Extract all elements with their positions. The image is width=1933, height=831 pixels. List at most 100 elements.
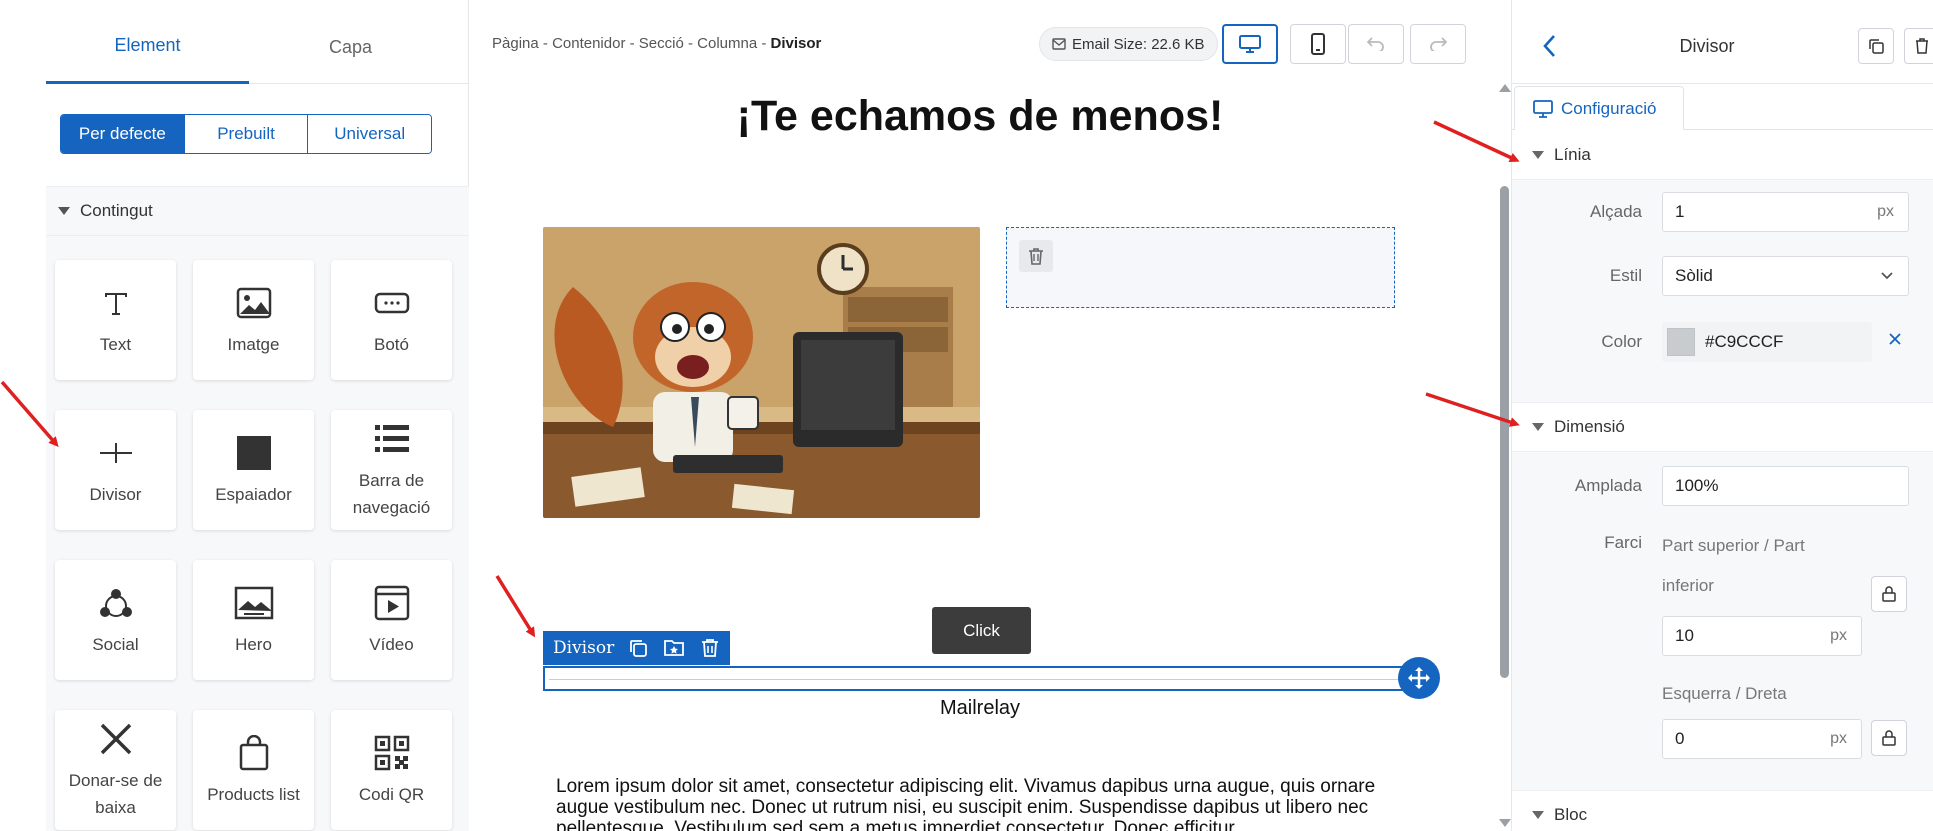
padding-top-bottom-input[interactable]: 10 px xyxy=(1662,616,1862,656)
scroll-down-icon[interactable] xyxy=(1499,819,1511,827)
padding-top-bottom-value: 10 xyxy=(1675,626,1694,645)
alcada-value: 1 xyxy=(1675,202,1685,221)
color-swatch[interactable] xyxy=(1667,328,1695,356)
email-button[interactable]: Click xyxy=(932,607,1031,654)
undo-button[interactable] xyxy=(1348,24,1404,64)
tab-capa[interactable]: Capa xyxy=(249,10,452,84)
properties-header: Divisor xyxy=(1512,10,1933,84)
element-label: Donar-se de baixa xyxy=(68,771,163,817)
email-size-badge: Email Size: 22.6 KB xyxy=(1039,27,1218,61)
desktop-icon xyxy=(1239,35,1261,53)
properties-panel: Divisor Configuració Línia Alçada 1 px E… xyxy=(1511,0,1933,831)
mobile-view-button[interactable] xyxy=(1290,24,1346,64)
breadcrumb-current: Divisor xyxy=(770,35,822,52)
save-block-icon[interactable] xyxy=(662,636,686,660)
segment-default[interactable]: Per defecte xyxy=(61,115,185,153)
section-contingut[interactable]: Contingut xyxy=(46,186,469,236)
trash-icon xyxy=(1029,248,1043,265)
squirrel-illustration xyxy=(543,227,980,518)
email-heading[interactable]: ¡Te echamos de menos! xyxy=(470,92,1490,141)
element-label: Imatge xyxy=(227,334,280,354)
alcada-input[interactable]: 1 px xyxy=(1662,192,1909,232)
accordion-dimensio[interactable]: Dimensió xyxy=(1512,402,1933,452)
delete-column-button[interactable] xyxy=(1019,240,1053,272)
unsubscribe-icon xyxy=(96,719,136,759)
delete-button[interactable] xyxy=(1904,28,1933,64)
accordion-title: Línia xyxy=(1554,144,1591,164)
element-unsubscribe[interactable]: Donar-se de baixa xyxy=(55,710,176,830)
element-social[interactable]: Social xyxy=(55,560,176,680)
element-divider[interactable]: Divisor xyxy=(55,410,176,530)
breadcrumb-item[interactable]: Contenidor xyxy=(552,35,625,52)
estil-select[interactable]: Sòlid xyxy=(1662,256,1909,296)
element-text[interactable]: Text xyxy=(55,260,176,380)
empty-column-placeholder[interactable] xyxy=(1006,227,1395,308)
element-label: Codi QR xyxy=(358,784,425,804)
lock-icon xyxy=(1882,730,1896,746)
element-spacer[interactable]: Espaiador xyxy=(193,410,314,530)
collapse-triangle-icon xyxy=(1532,811,1544,819)
lock-left-right-button[interactable] xyxy=(1871,720,1907,756)
element-label: Hero xyxy=(235,634,272,654)
breadcrumb-item[interactable]: Pàgina xyxy=(492,35,539,52)
accordion-linia[interactable]: Línia xyxy=(1512,130,1933,180)
amplada-input[interactable]: 100% xyxy=(1662,466,1909,506)
top-bottom-label: Part superior / Part inferior xyxy=(1662,536,1805,595)
element-label: Divisor xyxy=(89,484,142,504)
canvas-scrollbar[interactable] xyxy=(1497,84,1511,831)
element-label: Text xyxy=(99,334,132,354)
element-label: Botó xyxy=(374,334,409,354)
breadcrumb-item[interactable]: Columna xyxy=(697,35,757,52)
element-label: Social xyxy=(92,634,139,654)
desktop-view-button[interactable] xyxy=(1222,24,1278,64)
video-icon xyxy=(372,583,412,623)
divider-line xyxy=(549,679,1427,680)
clear-color-icon[interactable] xyxy=(1888,332,1902,351)
breadcrumb: Pàgina - Contenidor - Secció - Columna -… xyxy=(492,35,822,52)
move-handle-icon[interactable] xyxy=(1398,657,1440,699)
scroll-up-icon[interactable] xyxy=(1499,84,1511,92)
breadcrumb-item[interactable]: Secció xyxy=(639,35,684,52)
collapse-triangle-icon xyxy=(1532,423,1544,431)
redo-button[interactable] xyxy=(1410,24,1466,64)
lock-top-bottom-button[interactable] xyxy=(1871,576,1907,612)
body-paragraph[interactable]: Lorem ipsum dolor sit amet, consectetur … xyxy=(556,776,1406,831)
element-image[interactable]: Imatge xyxy=(193,260,314,380)
element-qr-code[interactable]: Codi QR xyxy=(331,710,452,830)
unit-label: px xyxy=(1877,203,1894,220)
accordion-bloc[interactable]: Bloc xyxy=(1512,790,1933,831)
lock-icon xyxy=(1882,586,1896,602)
navbar-icon xyxy=(372,419,412,459)
element-button[interactable]: Botó xyxy=(331,260,452,380)
segment-universal[interactable]: Universal xyxy=(308,115,431,153)
unit-label: px xyxy=(1830,627,1847,644)
element-navbar[interactable]: Barra de navegació xyxy=(331,410,452,530)
undo-icon xyxy=(1367,37,1384,51)
divider-block-selected[interactable] xyxy=(543,666,1433,691)
social-icon xyxy=(96,583,136,623)
image-icon xyxy=(234,283,274,323)
color-label: Color xyxy=(1601,332,1642,351)
estil-value: Sòlid xyxy=(1675,266,1713,285)
email-image[interactable] xyxy=(543,227,980,518)
element-panel: Element Capa Per defecte Prebuilt Univer… xyxy=(46,0,469,831)
trash-icon[interactable] xyxy=(698,636,722,660)
padding-left-right-input[interactable]: 0 px xyxy=(1662,719,1862,759)
element-products-list[interactable]: Products list xyxy=(193,710,314,830)
tab-configuracio[interactable]: Configuració xyxy=(1514,86,1684,130)
estil-label: Estil xyxy=(1609,266,1642,285)
color-input[interactable]: #C9CCCF xyxy=(1662,322,1872,362)
category-segmented-control: Per defecte Prebuilt Universal xyxy=(60,114,432,154)
mailrelay-text[interactable]: Mailrelay xyxy=(470,697,1490,720)
segment-prebuilt[interactable]: Prebuilt xyxy=(184,115,309,153)
element-label: Barra de navegació xyxy=(352,471,431,517)
accordion-title: Bloc xyxy=(1554,805,1588,824)
element-hero[interactable]: Hero xyxy=(193,560,314,680)
duplicate-button[interactable] xyxy=(1858,28,1894,64)
element-video[interactable]: Vídeo xyxy=(331,560,452,680)
button-icon xyxy=(372,283,412,323)
tab-element[interactable]: Element xyxy=(46,10,249,84)
scroll-thumb[interactable] xyxy=(1500,186,1509,678)
duplicate-icon[interactable] xyxy=(626,636,650,660)
collapse-triangle-icon xyxy=(58,207,70,215)
